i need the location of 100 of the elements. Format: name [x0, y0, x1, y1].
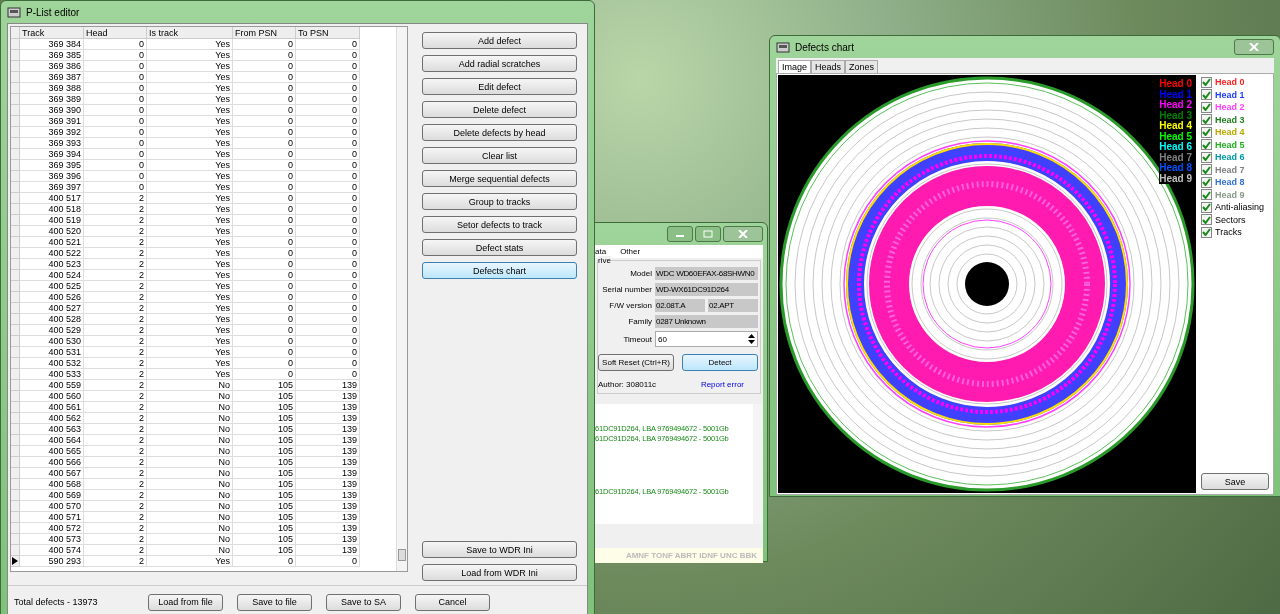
table-cell: 400 561	[20, 402, 84, 413]
legend-label: Head 5	[1159, 131, 1192, 142]
footer-button[interactable]: Cancel	[415, 593, 490, 611]
table-cell: 139	[296, 523, 360, 534]
checkbox[interactable]	[1201, 226, 1212, 238]
action-button[interactable]: Merge sequential defects	[422, 170, 577, 187]
option-checkbox[interactable]: Head 1	[1201, 89, 1269, 100]
table-cell: 0	[233, 39, 296, 50]
table-cell: 400 566	[20, 457, 84, 468]
action-button[interactable]: Clear list	[422, 147, 577, 164]
table-cell: No	[147, 468, 233, 479]
option-checkbox[interactable]: Head 3	[1201, 114, 1269, 125]
field-label: F/W version	[608, 301, 652, 310]
table-cell: No	[147, 534, 233, 545]
action-button[interactable]: Detect	[682, 354, 758, 371]
action-button[interactable]: Group to tracks	[422, 193, 577, 210]
table-cell: Yes	[147, 171, 233, 182]
column-header[interactable]: From PSN	[233, 27, 296, 39]
table-cell: 2	[84, 556, 147, 567]
table-cell: 369 384	[20, 39, 84, 50]
table-cell: 2	[84, 270, 147, 281]
minimize-icon[interactable]	[667, 226, 693, 242]
table-cell: 2	[84, 204, 147, 215]
table-cell: Yes	[147, 259, 233, 270]
checkbox[interactable]	[1201, 176, 1212, 188]
table-cell: 400 573	[20, 534, 84, 545]
checkbox[interactable]	[1201, 139, 1212, 151]
checkbox[interactable]	[1201, 201, 1212, 213]
table-cell: 0	[84, 61, 147, 72]
group-title: rive	[598, 256, 611, 265]
save-button[interactable]: Save	[1201, 473, 1269, 490]
option-checkbox[interactable]: Head 8	[1201, 177, 1269, 188]
column-header[interactable]: Track	[20, 27, 84, 39]
checkbox[interactable]	[1201, 126, 1212, 138]
row-indicator[interactable]	[11, 556, 20, 567]
legend-label: Head 2	[1159, 100, 1192, 111]
maximize-icon[interactable]	[695, 226, 721, 242]
table-cell: Yes	[147, 160, 233, 171]
checkbox[interactable]	[1201, 101, 1212, 113]
checkbox[interactable]	[1201, 151, 1212, 163]
readonly-field: 02.APT	[708, 299, 758, 312]
table-cell: 400 570	[20, 501, 84, 512]
menu-item[interactable]: ata	[595, 247, 607, 256]
table-cell: 105	[233, 446, 296, 457]
checkbox[interactable]	[1201, 189, 1212, 201]
table-cell: 0	[233, 127, 296, 138]
table-cell: 2	[84, 523, 147, 534]
table-cell: 0	[296, 237, 360, 248]
ini-button[interactable]: Save to WDR Ini	[422, 541, 577, 558]
option-checkbox[interactable]: Sectors	[1201, 214, 1269, 225]
column-header[interactable]: To PSN	[296, 27, 360, 39]
action-button[interactable]: Soft Reset (Ctrl+R)	[598, 354, 674, 371]
table-cell: 400 532	[20, 358, 84, 369]
option-checkbox[interactable]: Tracks	[1201, 227, 1269, 238]
checkbox[interactable]	[1201, 89, 1212, 101]
table-cell: 0	[84, 94, 147, 105]
table-cell: 2	[84, 413, 147, 424]
tab[interactable]: Image	[778, 60, 811, 73]
footer-button[interactable]: Save to SA	[326, 593, 401, 611]
checkbox[interactable]	[1201, 76, 1212, 88]
action-button[interactable]: Add defect	[422, 32, 577, 49]
footer-button[interactable]: Save to file	[237, 593, 312, 611]
table-cell: 0	[233, 72, 296, 83]
checkbox[interactable]	[1201, 164, 1212, 176]
table-cell: 400 522	[20, 248, 84, 259]
table-cell: 400 520	[20, 226, 84, 237]
action-button[interactable]: Edit defect	[422, 78, 577, 95]
report-error-link[interactable]: Report error	[700, 380, 744, 389]
option-checkbox[interactable]: Anti-aliasing	[1201, 202, 1269, 213]
ini-button[interactable]: Load from WDR Ini	[422, 564, 577, 581]
column-header[interactable]: Is track	[147, 27, 233, 39]
action-button[interactable]: Add radial scratches	[422, 55, 577, 72]
action-button[interactable]: Setor defects to track	[422, 216, 577, 233]
table-cell: 0	[233, 171, 296, 182]
menu-item[interactable]: Other	[620, 247, 641, 256]
checkbox[interactable]	[1201, 214, 1212, 226]
tab[interactable]: Zones	[845, 60, 879, 73]
footer-button[interactable]: Load from file	[148, 593, 223, 611]
action-button[interactable]: Delete defects by head	[422, 124, 577, 141]
checkbox[interactable]	[1201, 114, 1212, 126]
table-cell: No	[147, 457, 233, 468]
column-header[interactable]: Head	[84, 27, 147, 39]
close-icon[interactable]	[723, 226, 763, 242]
table-cell: 369 397	[20, 182, 84, 193]
readonly-field: 02.08T.A	[655, 299, 705, 312]
action-button[interactable]: Defects chart	[422, 262, 577, 279]
option-checkbox[interactable]: Head 7	[1201, 164, 1269, 175]
action-button[interactable]: Defect stats	[422, 239, 577, 256]
table-cell: 0	[233, 270, 296, 281]
option-checkbox[interactable]: Head 0	[1201, 77, 1269, 88]
scrollbar[interactable]	[753, 404, 763, 524]
table-cell: 400 574	[20, 545, 84, 556]
option-checkbox[interactable]: Head 6	[1201, 152, 1269, 163]
action-button[interactable]: Delete defect	[422, 101, 577, 118]
close-icon[interactable]	[1234, 39, 1274, 55]
table-cell: 2	[84, 347, 147, 358]
timeout-spinner[interactable]: 60	[655, 331, 758, 347]
table-cell: 2	[84, 369, 147, 380]
tab[interactable]: Heads	[811, 60, 846, 73]
scrollbar[interactable]	[396, 27, 407, 571]
